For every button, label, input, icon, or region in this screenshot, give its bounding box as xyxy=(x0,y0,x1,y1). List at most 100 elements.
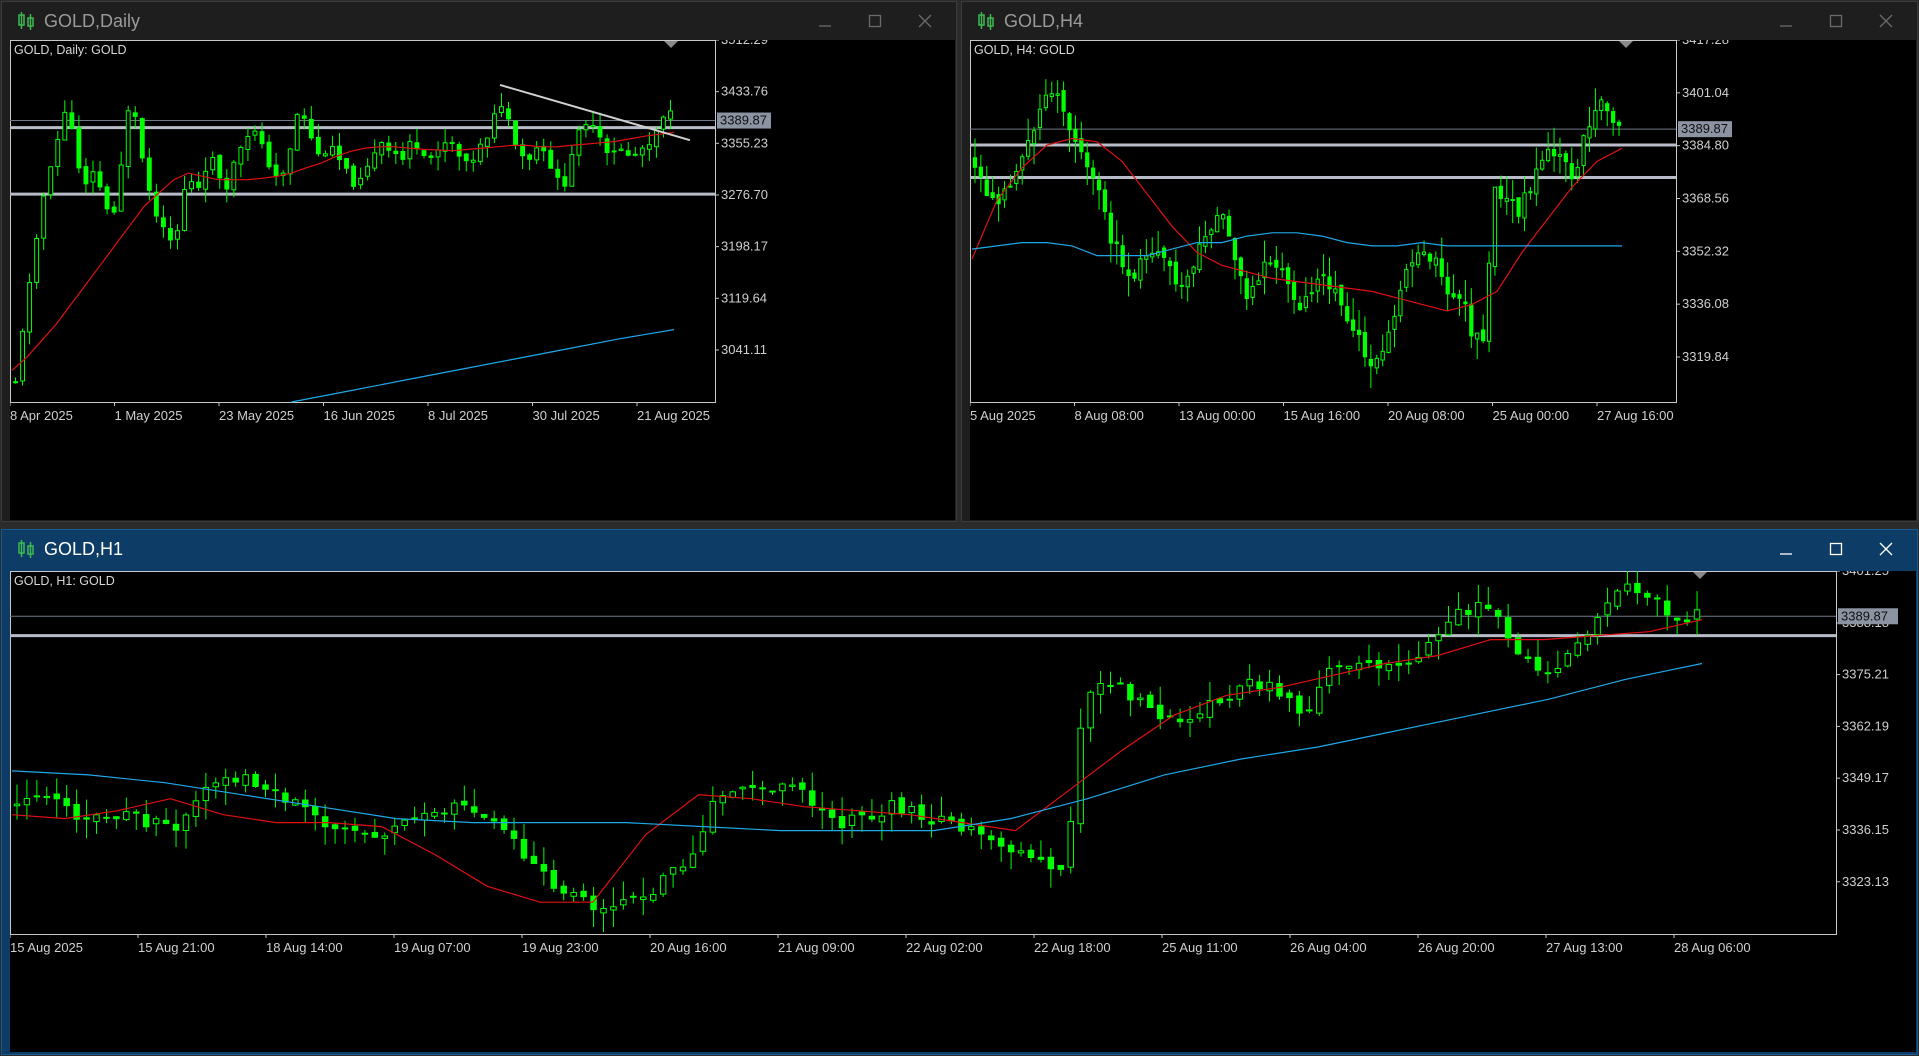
candle-body xyxy=(520,144,526,157)
chart-area[interactable]: GOLD, H1: GOLD3401.253388.183375.213362.… xyxy=(10,571,1916,1052)
candle-body xyxy=(739,786,746,790)
candle-body xyxy=(1594,617,1601,636)
price-chart-h4[interactable]: GOLD, H4: GOLD 3417.28 3401.04 3384.80 3368.… xyxy=(970,40,1916,520)
candle-body xyxy=(341,827,349,830)
close-button[interactable] xyxy=(1861,530,1911,568)
candle-body xyxy=(242,774,249,786)
candle-body xyxy=(1031,130,1037,145)
candle-body xyxy=(888,800,896,815)
candle-body xyxy=(630,895,637,898)
candle-body xyxy=(639,147,645,156)
candle-body xyxy=(1049,93,1054,97)
candle-body xyxy=(1593,109,1598,130)
chart-window-h4[interactable]: GOLD,H4 GOLD, H4: GOLD 3417.28 3401.04 3384… xyxy=(961,1,1918,522)
chart-area[interactable]: GOLD, H4: GOLD 3417.28 3401.04 3384.80 3368.… xyxy=(970,40,1916,520)
candle-body xyxy=(1534,168,1539,195)
candle-body xyxy=(620,899,627,906)
window-titlebar[interactable]: GOLD,H4 xyxy=(962,2,1917,40)
window-titlebar[interactable]: GOLD,H1 xyxy=(2,530,1917,568)
candle-body xyxy=(1097,682,1104,695)
maximize-button[interactable] xyxy=(1811,2,1861,40)
candle-body xyxy=(1492,186,1498,267)
minimize-button[interactable] xyxy=(1761,2,1811,40)
current-price-label: 3389.87 xyxy=(1841,608,1888,623)
candle-body xyxy=(1398,289,1403,317)
candle-body xyxy=(1624,583,1631,592)
candle-body xyxy=(1475,602,1482,618)
candle-body xyxy=(649,894,657,901)
chart-window-h1[interactable]: GOLD,H1 GOLD, H1: GOLD3401.253388.183375… xyxy=(1,529,1918,1055)
candle-body xyxy=(259,131,265,145)
maximize-button[interactable] xyxy=(850,2,900,40)
chart-label: GOLD, H1: GOLD xyxy=(14,574,115,588)
candle-body xyxy=(245,135,251,150)
candle-body xyxy=(103,816,110,819)
close-button[interactable] xyxy=(900,2,950,40)
candle-body xyxy=(555,168,561,178)
candle-body xyxy=(1309,292,1314,295)
candle-body xyxy=(421,150,427,156)
candle-body xyxy=(1321,274,1326,277)
candle-body xyxy=(1335,665,1343,668)
candle-body xyxy=(1079,138,1084,153)
window-title: GOLD,Daily xyxy=(44,10,141,31)
candle-body xyxy=(908,805,915,814)
candle-body xyxy=(749,784,756,788)
chart-shift-triangle-icon xyxy=(1693,572,1707,579)
candle-body xyxy=(1296,695,1303,714)
chart-window-daily[interactable]: GOLD,Daily GOLD, Daily: GOLD 3512.29 3433.… xyxy=(1,1,957,522)
candle-body xyxy=(1410,262,1415,267)
plot-frame xyxy=(10,40,716,403)
y-tick-label: 3417.28 xyxy=(1682,40,1729,47)
candle-body xyxy=(1486,262,1492,342)
candle-body xyxy=(510,830,518,839)
candle-body xyxy=(1554,668,1562,674)
candle-body xyxy=(1185,275,1190,288)
moving-average-slow xyxy=(11,662,1703,832)
close-button[interactable] xyxy=(1861,2,1911,40)
minimize-button[interactable] xyxy=(800,2,850,40)
candle-body xyxy=(189,181,195,190)
candles xyxy=(13,571,1701,932)
candle-body xyxy=(669,867,677,875)
candle-body xyxy=(152,818,160,825)
candle-body xyxy=(968,826,975,831)
candle-body xyxy=(1047,856,1055,870)
candle-body xyxy=(1427,253,1433,262)
candle-body xyxy=(463,153,469,162)
candle-body xyxy=(1067,821,1074,868)
candle-body xyxy=(232,777,239,783)
candle-body xyxy=(1365,660,1373,664)
candle-body xyxy=(400,151,406,160)
candle-body xyxy=(1096,179,1102,191)
x-tick-label: 13 Aug 00:00 xyxy=(1179,408,1256,423)
candle-body xyxy=(848,814,856,826)
minimize-button[interactable] xyxy=(1761,530,1811,568)
candle-body xyxy=(337,145,342,161)
candle-body xyxy=(1339,284,1344,306)
candle-body xyxy=(311,805,319,816)
candle-body xyxy=(1286,267,1291,285)
candle-body xyxy=(1445,276,1450,295)
candle-body xyxy=(1498,185,1503,199)
candle-body xyxy=(411,817,418,820)
price-chart-h1[interactable]: GOLD, H1: GOLD3401.253388.183375.213362.… xyxy=(10,571,1916,1052)
maximize-button[interactable] xyxy=(1811,530,1861,568)
x-tick-label: 27 Aug 16:00 xyxy=(1597,408,1674,423)
candle-body xyxy=(978,166,983,178)
window-titlebar[interactable]: GOLD,Daily xyxy=(2,2,956,40)
candle-body xyxy=(1246,678,1253,687)
y-tick-label: 3433.76 xyxy=(721,84,768,99)
candle-body xyxy=(499,106,504,113)
candle-body xyxy=(461,800,468,806)
chart-area[interactable]: GOLD, Daily: GOLD 3512.29 3433.76 3355.23 32… xyxy=(10,40,955,520)
price-chart-daily[interactable]: GOLD, Daily: GOLD 3512.29 3433.76 3355.23 32… xyxy=(10,40,955,520)
candle-body xyxy=(590,125,596,128)
candle-body xyxy=(142,814,150,828)
candle-body xyxy=(1008,185,1013,188)
maximize-icon xyxy=(1829,14,1843,28)
candle-body xyxy=(13,381,18,384)
candle-body xyxy=(632,153,638,156)
candle-body xyxy=(379,141,385,156)
candle-body xyxy=(172,823,180,831)
